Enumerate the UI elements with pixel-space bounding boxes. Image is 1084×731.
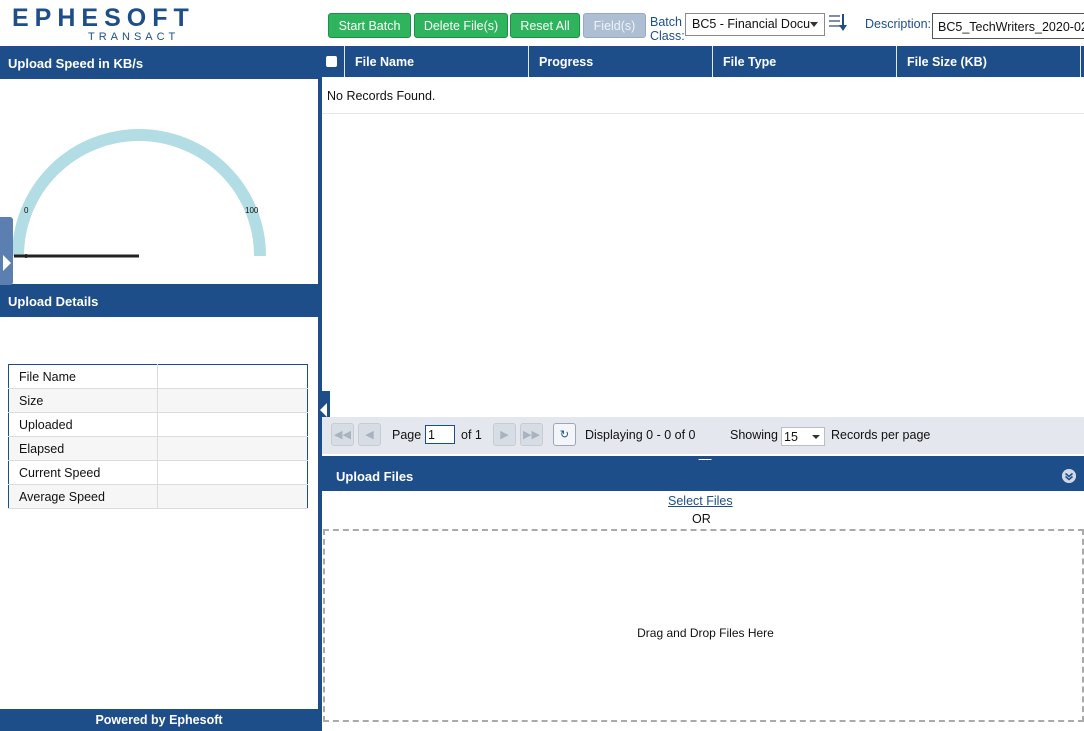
first-page-button[interactable]: ◀◀: [331, 423, 354, 446]
chevron-down-icon: [810, 22, 818, 27]
details-value: [157, 412, 308, 437]
table-row: Size: [8, 388, 308, 413]
page-count-label: of 1: [461, 428, 482, 442]
select-all-cell: [322, 46, 345, 77]
details-label: File Name: [8, 364, 158, 389]
next-page-button[interactable]: ▶: [493, 423, 516, 446]
details-value: [157, 436, 308, 461]
records-per-page-value: 15: [784, 430, 798, 444]
batch-class-label: Batch Class:: [650, 15, 685, 43]
last-page-button[interactable]: ▶▶: [520, 423, 543, 446]
powered-by-footer: Powered by Ephesoft: [0, 709, 318, 731]
records-per-page-select[interactable]: 15: [781, 427, 825, 446]
details-value: [157, 388, 308, 413]
grid-row-divider: [322, 113, 1084, 114]
description-input[interactable]: BC5_TechWriters_2020-02-: [932, 13, 1084, 39]
drop-zone[interactable]: Drag and Drop Files Here: [323, 529, 1084, 722]
chevron-down-icon: [812, 435, 820, 439]
showing-label: Showing: [730, 428, 778, 442]
select-files-link[interactable]: Select Files: [668, 494, 733, 508]
delete-files-button[interactable]: Delete File(s): [414, 13, 508, 38]
upload-files-header: Upload Files: [322, 460, 1084, 491]
collapse-chevron-icon[interactable]: [1062, 469, 1076, 483]
batch-class-select[interactable]: BC5 - Financial Docu: [685, 13, 825, 36]
gauge-arc: [12, 129, 266, 257]
ephesoft-logo: EPHESOFT TRANSACT: [12, 4, 189, 44]
details-value: [157, 484, 308, 509]
no-records-message: No Records Found.: [327, 89, 436, 103]
reset-all-button[interactable]: Reset All: [510, 13, 580, 38]
logo-main-text: EPHESOFT: [12, 4, 195, 32]
arrow-right-icon: [3, 255, 11, 271]
fields-button[interactable]: Field(s): [583, 13, 646, 38]
details-label: Current Speed: [8, 460, 158, 485]
column-file-type[interactable]: File Type: [713, 46, 897, 77]
upload-details-header: Upload Details: [0, 284, 318, 317]
table-row: File Name: [8, 364, 308, 389]
table-row: Average Speed: [8, 484, 308, 509]
pagination-bar: ◀◀ ◀ Page 1 of 1 ▶ ▶▶ ↻ Displaying 0 - 0…: [322, 417, 1084, 454]
table-row: Elapsed: [8, 436, 308, 461]
page-label: Page: [392, 428, 422, 442]
details-label: Elapsed: [8, 436, 158, 461]
column-file-size[interactable]: File Size (KB): [897, 46, 1081, 77]
drop-zone-text: Drag and Drop Files Here: [637, 626, 774, 640]
column-file-name[interactable]: File Name: [345, 46, 529, 77]
refresh-icon[interactable]: ↻: [553, 423, 576, 446]
upload-speed-header: Upload Speed in KB/s: [0, 46, 318, 79]
sort-icon[interactable]: [828, 12, 848, 34]
column-progress[interactable]: Progress: [529, 46, 713, 77]
upload-files-title: Upload Files: [336, 469, 414, 484]
or-separator: OR: [692, 512, 711, 526]
upload-details-table: File Name Size Uploaded Elapsed Current …: [8, 364, 308, 509]
details-label: Size: [8, 388, 158, 413]
prev-page-button[interactable]: ◀: [358, 423, 381, 446]
expand-side-tab[interactable]: [0, 217, 13, 285]
panel-divider[interactable]: [318, 46, 322, 731]
table-row: Current Speed: [8, 460, 308, 485]
gauge-pivot: [24, 254, 28, 258]
page-number-input[interactable]: 1: [425, 425, 455, 444]
details-value: [157, 460, 308, 485]
gauge-min-label: 0: [24, 206, 29, 215]
file-grid-header: File Name Progress File Type File Size (…: [322, 46, 1084, 77]
start-batch-button[interactable]: Start Batch: [328, 13, 411, 38]
records-per-page-label: Records per page: [831, 428, 931, 442]
table-row: Uploaded: [8, 412, 308, 437]
logo-sub-text: TRANSACT: [88, 31, 180, 43]
details-label: Uploaded: [8, 412, 158, 437]
gauge-max-label: 100: [245, 206, 259, 215]
select-all-checkbox[interactable]: [326, 56, 337, 67]
details-label: Average Speed: [8, 484, 158, 509]
arrow-left-icon: [320, 403, 327, 417]
description-label: Description:: [865, 17, 931, 31]
batch-class-value: BC5 - Financial Docu: [692, 17, 811, 31]
details-value: [157, 364, 308, 389]
speed-gauge: [12, 129, 266, 258]
displaying-label: Displaying 0 - 0 of 0: [585, 428, 696, 442]
